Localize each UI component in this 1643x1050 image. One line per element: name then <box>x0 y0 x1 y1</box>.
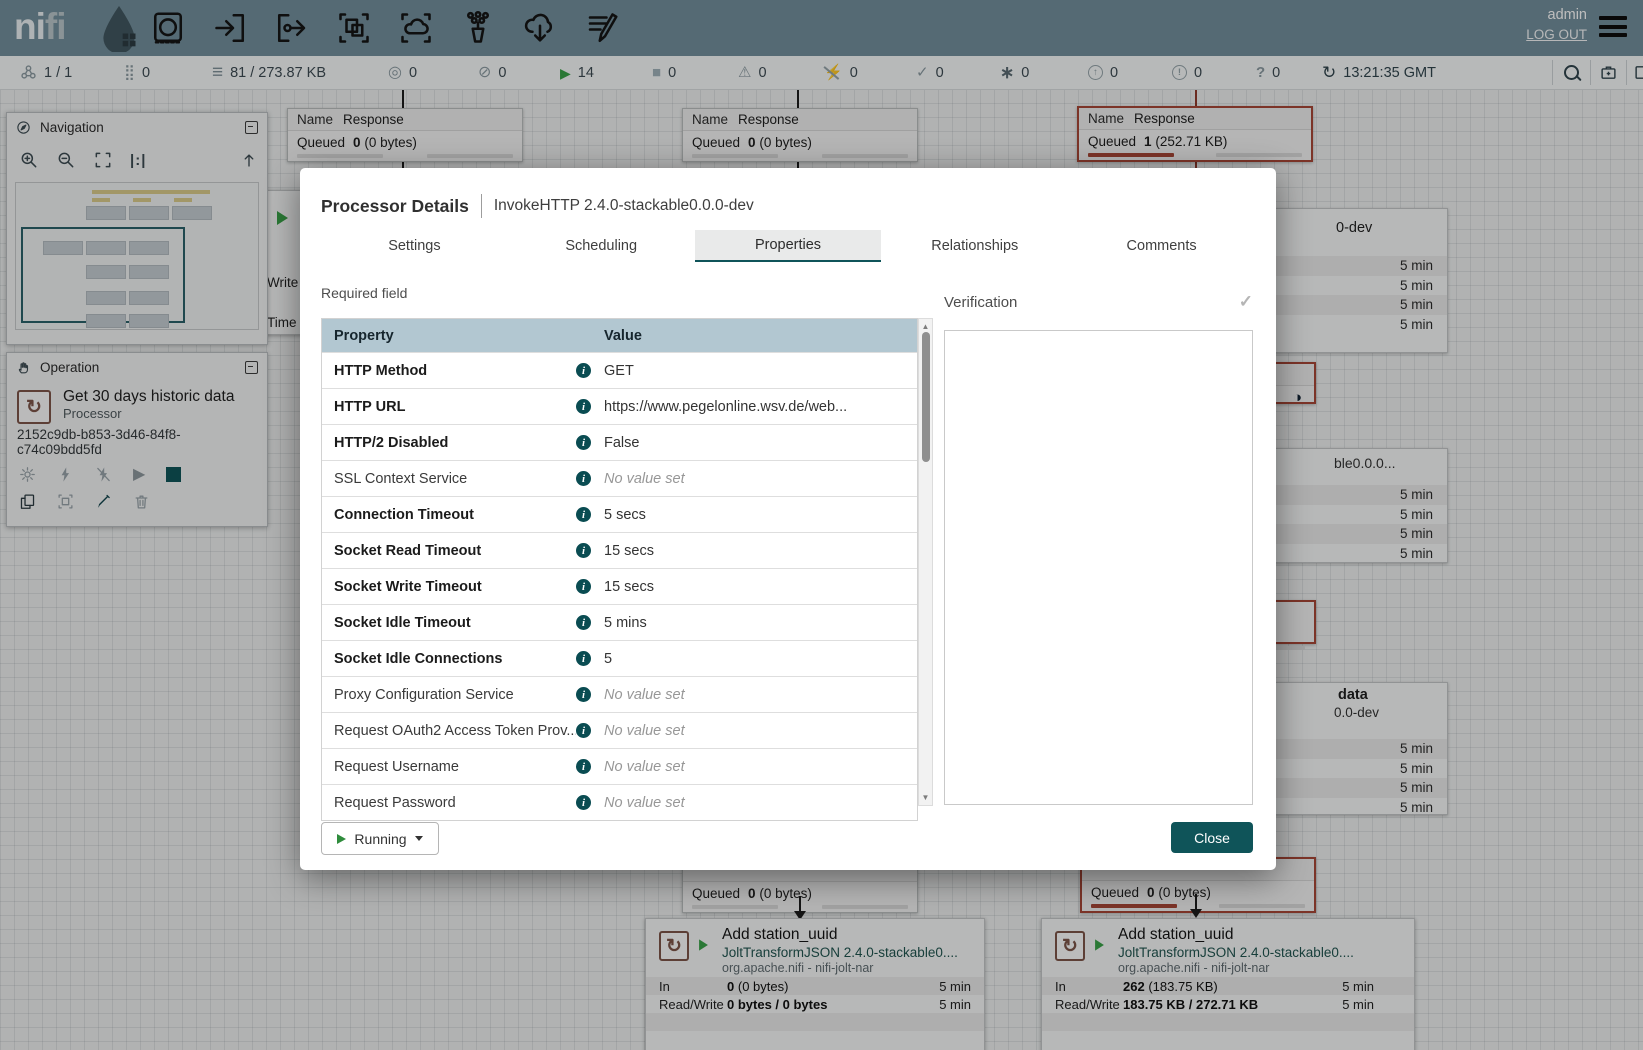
dialog-title: Processor Details <box>321 196 469 217</box>
property-row[interactable]: Socket Write Timeouti15 secs <box>322 568 917 604</box>
property-row[interactable]: HTTP/2 DisablediFalse <box>322 424 917 460</box>
verify-check-icon[interactable]: ✓ <box>1239 292 1253 312</box>
info-icon: i <box>576 615 591 630</box>
info-icon: i <box>576 651 591 666</box>
property-row[interactable]: SSL Context ServiceiNo value set <box>322 460 917 496</box>
info-icon: i <box>576 435 591 450</box>
tab-comments[interactable]: Comments <box>1068 230 1255 262</box>
info-icon: i <box>576 759 591 774</box>
table-scrollbar[interactable]: ▲ ▼ <box>918 318 933 806</box>
properties-table: Property Value HTTP MethodiGET HTTP URLi… <box>321 318 918 821</box>
property-row[interactable]: HTTP URLihttps://www.pegelonline.wsv.de/… <box>322 388 917 424</box>
title-separator <box>481 194 482 218</box>
tab-properties[interactable]: Properties <box>695 230 882 262</box>
tab-scheduling[interactable]: Scheduling <box>508 230 695 262</box>
dialog-subtitle: InvokeHTTP 2.4.0-stackable0.0.0-dev <box>494 197 754 215</box>
info-icon: i <box>576 579 591 594</box>
info-icon: i <box>576 795 591 810</box>
scroll-down-icon[interactable]: ▼ <box>919 793 932 802</box>
scroll-up-icon[interactable]: ▲ <box>919 322 932 331</box>
nifi-app: nifi <box>0 0 1643 1050</box>
info-icon: i <box>576 723 591 738</box>
property-row[interactable]: Request PasswordiNo value set <box>322 784 917 820</box>
dialog-tabs: Settings Scheduling Properties Relations… <box>321 230 1255 262</box>
property-row[interactable]: Request OAuth2 Access Token Prov...iNo v… <box>322 712 917 748</box>
property-row[interactable]: Socket Idle Connectionsi5 <box>322 640 917 676</box>
property-row[interactable]: Socket Idle Timeouti5 mins <box>322 604 917 640</box>
chevron-down-icon <box>415 836 423 841</box>
property-row[interactable]: Proxy Configuration ServiceiNo value set <box>322 676 917 712</box>
info-icon: i <box>576 687 591 702</box>
verification-header: Verification ✓ <box>944 292 1253 312</box>
scrollbar-thumb[interactable] <box>922 332 930 462</box>
tab-settings[interactable]: Settings <box>321 230 508 262</box>
info-icon: i <box>576 363 591 378</box>
info-icon: i <box>576 543 591 558</box>
tab-relationships[interactable]: Relationships <box>881 230 1068 262</box>
info-icon: i <box>576 471 591 486</box>
property-row[interactable]: Request UsernameiNo value set <box>322 748 917 784</box>
required-field-label: Required field <box>321 285 407 301</box>
processor-details-dialog: Processor Details InvokeHTTP 2.4.0-stack… <box>300 168 1276 870</box>
properties-table-header: Property Value <box>322 319 917 352</box>
close-button[interactable]: Close <box>1171 822 1253 853</box>
verification-title: Verification <box>944 294 1239 311</box>
run-state-dropdown[interactable]: Running <box>321 822 439 855</box>
property-row[interactable]: Socket Read Timeouti15 secs <box>322 532 917 568</box>
info-icon: i <box>576 399 591 414</box>
property-row[interactable]: HTTP MethodiGET <box>322 352 917 388</box>
info-icon: i <box>576 507 591 522</box>
verification-results <box>944 330 1253 805</box>
property-row[interactable]: Connection Timeouti5 secs <box>322 496 917 532</box>
running-state-icon <box>337 834 346 844</box>
